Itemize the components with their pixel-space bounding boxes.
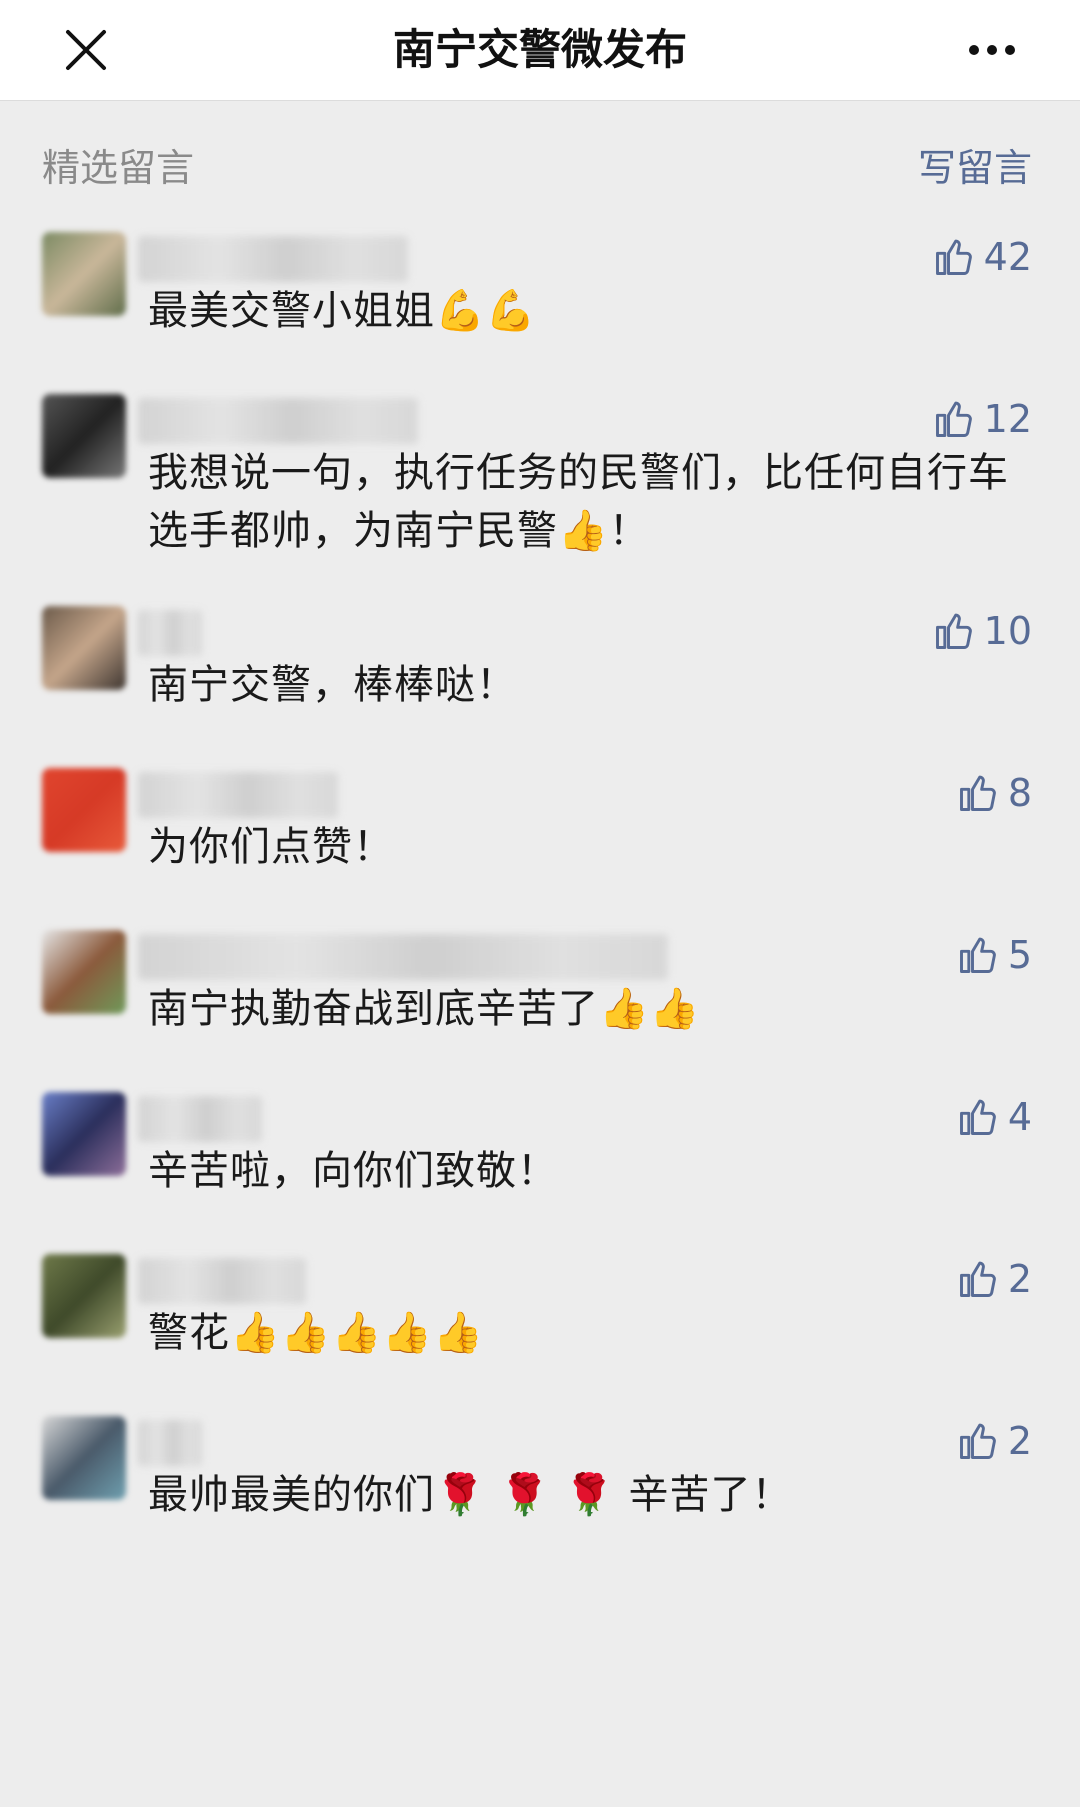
comment-item: 南宁执勤奋战到底辛苦了👍👍 5 (0, 930, 1080, 1116)
comment-text: 为你们点赞！ (148, 824, 394, 870)
nickname-blurred (138, 934, 668, 980)
like-button[interactable]: 5 (956, 930, 1032, 980)
thumbs-up-icon (935, 239, 972, 275)
more-icon (969, 45, 1015, 55)
nickname-blurred (138, 1096, 262, 1142)
thumbs-up-icon (935, 613, 972, 649)
comment-text: 最帅最美的你们🌹 🌹 🌹 辛苦了！ (148, 1472, 793, 1518)
page-title: 南宁交警微发布 (392, 25, 687, 74)
section-title: 精选留言 (42, 146, 195, 190)
avatar (42, 232, 126, 316)
thumbs-up-icon (959, 775, 996, 811)
avatar (42, 930, 126, 1014)
like-button[interactable]: 8 (956, 768, 1032, 818)
thumbs-up-icon (959, 1261, 996, 1297)
like-button[interactable]: 2 (956, 1254, 1032, 1304)
comment-text: 南宁执勤奋战到底辛苦了👍👍 (148, 986, 701, 1032)
thumbs-up-icon (959, 937, 996, 973)
comment-item: 最美交警小姐姐💪💪 42 (0, 232, 1080, 418)
comment-text: 我想说一句，执行任务的民警们，比任何自行车选手都帅，为南宁民警👍！ (148, 450, 1009, 554)
nickname-blurred (138, 236, 408, 282)
like-button[interactable]: 2 (956, 1416, 1032, 1466)
thumbs-up-icon (935, 401, 972, 437)
avatar (42, 1092, 126, 1176)
comment-item: 南宁交警，棒棒哒！ 10 (0, 606, 1080, 792)
comments-header: 精选留言 写留言 (0, 138, 1080, 198)
like-button[interactable]: 4 (956, 1092, 1032, 1142)
top-bar: 南宁交警微发布 (0, 0, 1080, 101)
more-button[interactable] (962, 22, 1022, 78)
like-count: 42 (983, 235, 1032, 279)
comment-text: 辛苦啦，向你们致敬！ (148, 1148, 558, 1194)
thumbs-up-icon (959, 1099, 996, 1135)
like-button[interactable]: 12 (932, 394, 1032, 444)
write-comment-button[interactable]: 写留言 (918, 138, 1032, 198)
like-count: 4 (1007, 1095, 1032, 1139)
like-count: 10 (983, 609, 1032, 653)
comment-text: 最美交警小姐姐💪💪 (148, 288, 537, 334)
comment-item: 辛苦啦，向你们致敬！ 4 (0, 1092, 1080, 1278)
comment-text: 南宁交警，棒棒哒！ (148, 662, 517, 708)
avatar (42, 394, 126, 478)
nickname-blurred (138, 1420, 202, 1466)
nickname-blurred (138, 398, 418, 444)
nickname-blurred (138, 772, 338, 818)
comment-item: 为你们点赞！ 8 (0, 768, 1080, 954)
avatar (42, 1254, 126, 1338)
comment-item: 警花👍👍👍👍👍 2 (0, 1254, 1080, 1440)
like-button[interactable]: 42 (932, 232, 1032, 282)
nickname-blurred (138, 1258, 306, 1304)
like-count: 5 (1007, 933, 1032, 977)
like-count: 2 (1007, 1419, 1032, 1463)
nickname-blurred (138, 610, 202, 656)
avatar (42, 606, 126, 690)
thumbs-up-icon (959, 1423, 996, 1459)
like-count: 8 (1007, 771, 1032, 815)
avatar (42, 768, 126, 852)
like-count: 2 (1007, 1257, 1032, 1301)
avatar (42, 1416, 126, 1500)
comment-text: 警花👍👍👍👍👍 (148, 1310, 485, 1356)
like-count: 12 (983, 397, 1032, 441)
like-button[interactable]: 10 (932, 606, 1032, 656)
comment-item: 我想说一句，执行任务的民警们，比任何自行车选手都帅，为南宁民警👍！ 12 (0, 394, 1080, 580)
comment-item: 最帅最美的你们🌹 🌹 🌹 辛苦了！ 2 (0, 1416, 1080, 1602)
